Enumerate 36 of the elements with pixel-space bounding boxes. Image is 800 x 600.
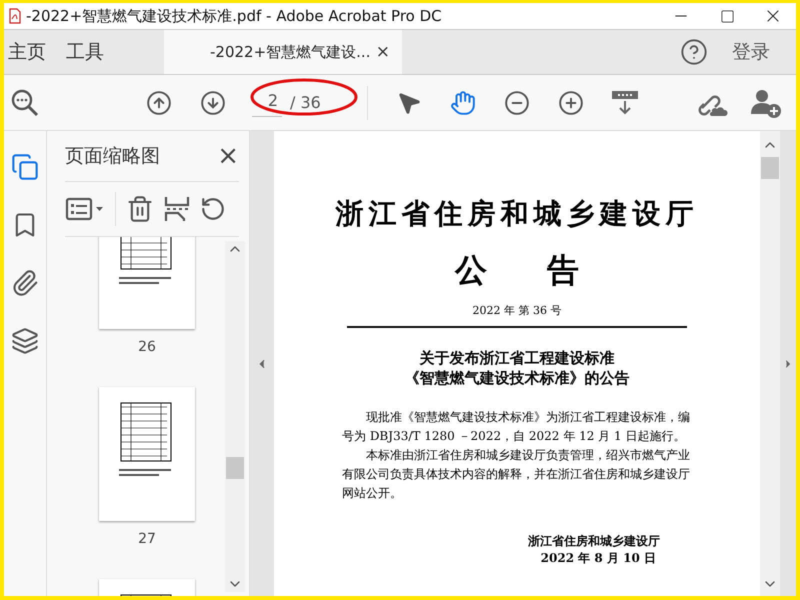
panel-title: 页面缩略图 — [65, 144, 160, 169]
body-paragraph: 本标准由浙江省住房和城乡建设厅负责管理，绍兴市燃气产业有限公司负责具体技术内容的解释，并在浙江省住房和城乡建设厅网站公开。 — [342, 447, 691, 502]
page-total: / 36 — [290, 93, 321, 112]
notice-title: 《智慧燃气建设技术标准》的公告 — [404, 368, 630, 388]
window-title: -2022+智慧燃气建设技术标准.pdf - Adobe Acrobat Pro DC — [26, 6, 443, 26]
nav-tab[interactable]: 主页 — [4, 30, 62, 74]
document-heading: 浙江省住房和城乡建设厅 — [336, 197, 698, 231]
add-user-icon[interactable] — [750, 88, 782, 118]
extract-pages-icon[interactable] — [164, 195, 190, 223]
document-subheading: 公告 — [455, 251, 639, 289]
zoom-search-icon[interactable] — [10, 88, 40, 118]
page-thumbnail[interactable] — [99, 387, 195, 521]
nav-tab[interactable]: 工具 — [62, 30, 120, 74]
notice-title: 关于发布浙江省工程建设标准 — [420, 348, 614, 368]
document-tab[interactable]: -2022+智慧燃气建设... × — [164, 30, 402, 74]
rotate-icon[interactable] — [200, 196, 226, 222]
page-number-label: 26 — [138, 339, 156, 355]
signature-date: 2022 年 8 月 10 日 — [540, 550, 656, 567]
page-number-label: 27 — [138, 531, 156, 547]
maximize-icon[interactable] — [720, 8, 734, 24]
pdf-file-icon — [8, 8, 22, 24]
tab-close-button[interactable]: × — [374, 42, 392, 62]
scrollbar-thumb[interactable] — [226, 457, 244, 479]
thumbnail-options-icon[interactable] — [65, 195, 105, 223]
paperclip-icon[interactable] — [11, 269, 39, 297]
body-paragraph: 现批准《智慧燃气建设技术标准》为浙江省工程建设标准，编号为 DBJ33/T 1280 －2022，自 2022 年 12 月 1 日起施行。 — [342, 409, 691, 445]
signature: 浙江省住房和城乡建设厅 — [528, 533, 660, 550]
scrollbar-thumb[interactable] — [761, 157, 779, 179]
panel-close-button[interactable]: × — [217, 141, 239, 171]
help-icon[interactable] — [680, 38, 708, 66]
delete-icon[interactable] — [126, 195, 154, 223]
document-number: 2022 年 第 36 号 — [472, 303, 562, 318]
pages-icon[interactable] — [11, 153, 39, 181]
sign-in-button[interactable]: 登录 — [708, 30, 796, 74]
layers-icon[interactable] — [11, 327, 39, 355]
document-tab-label: -2022+智慧燃气建设... — [210, 42, 370, 62]
